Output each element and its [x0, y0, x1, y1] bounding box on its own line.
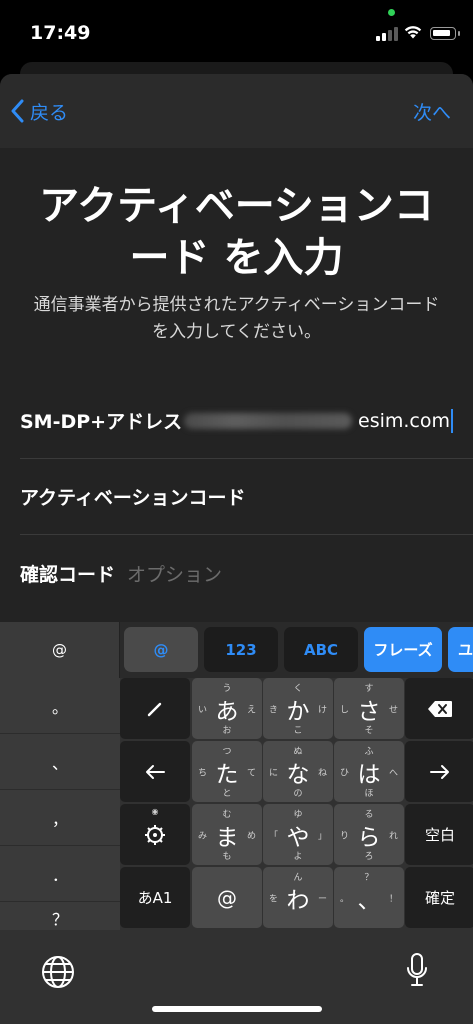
candidate-bar: @ @ 123 ABC フレーズ ユ — [0, 622, 473, 678]
candidate-abc[interactable]: ABC — [284, 627, 358, 672]
page-subtitle: 通信事業者から提供されたアクティベーションコードを入力してください。 — [33, 295, 440, 342]
status-time: 17:49 — [30, 22, 91, 44]
key-at[interactable]: @ — [192, 867, 262, 928]
text-cursor — [451, 408, 453, 433]
candidate-next[interactable]: ユ — [448, 627, 473, 672]
candidate-at[interactable]: @ — [124, 627, 198, 672]
key-ka[interactable]: か く こ き け — [263, 678, 333, 739]
arrow-left-icon — [146, 764, 165, 779]
key-ya[interactable]: や ゆ よ 「 」 — [263, 804, 333, 865]
back-button[interactable]: 戻る — [10, 98, 68, 124]
smdp-address-field[interactable]: SM-DP+アドレス esim.com — [20, 383, 473, 459]
key-ma[interactable]: ま む も み め — [192, 804, 262, 865]
smdp-address-value: esim.com — [358, 409, 450, 432]
next-button[interactable]: 次へ — [413, 98, 451, 125]
punctuation-list: 。 、 ， ． ？ — [0, 678, 120, 930]
keyboard-bottom-bar — [0, 930, 473, 1024]
list-item[interactable]: ？ — [0, 902, 120, 930]
settings-gear-icon — [145, 824, 165, 845]
delete-icon — [428, 700, 452, 717]
wifi-icon — [404, 26, 422, 39]
cellular-signal-icon — [376, 27, 398, 41]
navigation-bar — [0, 74, 473, 148]
key-punctuation[interactable]: 、 ？ 。 ！ — [334, 867, 404, 928]
emoji-key[interactable]: ◉ — [120, 804, 190, 865]
input-mode-key[interactable]: あA1 — [120, 867, 190, 928]
candidate-phrase[interactable]: フレーズ — [364, 627, 442, 672]
cursor-left-key[interactable] — [120, 741, 190, 802]
battery-icon — [430, 27, 460, 40]
confirmation-code-field[interactable]: 確認コード オプション — [20, 535, 473, 611]
chevron-left-icon — [11, 99, 24, 123]
list-item[interactable]: ， — [0, 790, 120, 846]
confirmation-code-placeholder[interactable]: オプション — [127, 560, 222, 587]
confirmation-code-label: 確認コード — [20, 563, 116, 586]
microphone-icon[interactable] — [405, 952, 429, 992]
smdp-address-input[interactable]: esim.com — [184, 408, 453, 433]
list-item[interactable]: ． — [0, 846, 120, 902]
candidate-123[interactable]: 123 — [204, 627, 278, 672]
list-item[interactable]: 、 — [0, 734, 120, 790]
space-key[interactable]: 空白 — [405, 804, 473, 865]
key-wa[interactable]: わ ん を ー — [263, 867, 333, 928]
home-indicator[interactable] — [152, 1006, 322, 1012]
activation-code-label: アクティベーションコード — [20, 487, 246, 509]
list-item[interactable]: 。 — [0, 678, 120, 734]
back-button-label: 戻る — [30, 101, 69, 124]
page-title: アクティベーションコード を入力 — [39, 183, 434, 281]
cursor-right-key[interactable] — [405, 741, 473, 802]
key-ra[interactable]: ら る ろ り れ — [334, 804, 404, 865]
status-bar: 17:49 — [0, 0, 473, 62]
smdp-address-label: SM-DP+アドレス — [20, 411, 183, 433]
confirm-key[interactable]: 確定 — [405, 867, 473, 928]
key-ha[interactable]: は ふ ほ ひ へ — [334, 741, 404, 802]
delete-key[interactable] — [405, 678, 473, 739]
activation-code-field[interactable]: アクティベーションコード — [20, 459, 473, 535]
pencil-key[interactable] — [120, 678, 190, 739]
privacy-indicator-dot — [388, 9, 395, 16]
candidate-at-left[interactable]: @ — [0, 622, 120, 678]
globe-icon[interactable] — [40, 954, 76, 990]
key-a[interactable]: あ う お い え — [192, 678, 262, 739]
key-na[interactable]: な ぬ の に ね — [263, 741, 333, 802]
pencil-icon — [147, 702, 162, 716]
key-sa[interactable]: さ す そ し せ — [334, 678, 404, 739]
key-ta[interactable]: た つ と ち て — [192, 741, 262, 802]
redacted-text — [184, 412, 352, 429]
arrow-right-icon — [430, 764, 449, 779]
